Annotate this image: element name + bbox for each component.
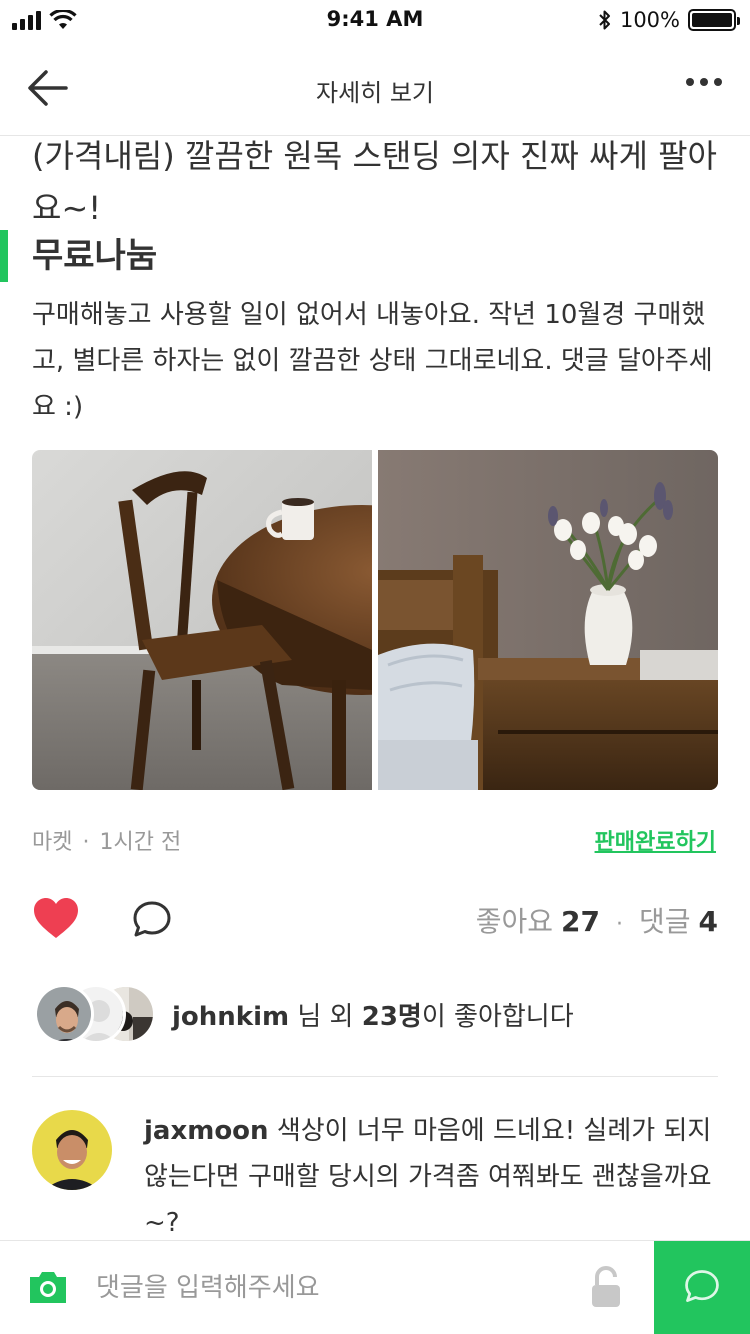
heart-icon[interactable] [32,896,80,940]
mark-sold-link[interactable]: 판매완료하기 [595,824,716,856]
like-count-label: 좋아요 [475,905,554,938]
post-time: 1시간 전 [99,830,182,855]
likers-others-count: 23명 [361,1001,422,1032]
send-comment-icon [685,1270,719,1302]
photo-chair-table[interactable] [32,450,372,790]
post-meta: 마켓 · 1시간 전 [32,824,181,856]
like-count: 27 [561,905,600,938]
comment-username[interactable]: jaxmoon [144,1116,269,1146]
status-right: 100% [598,8,740,32]
likers-summary: johnkim 님 외 23명이 좋아합니다 [172,996,574,1033]
photo-vase-nightstand[interactable] [378,450,718,790]
comment-body: jaxmoon 색상이 너무 마음에 드네요! 실례가 되지 않는다면 구매할 … [144,1108,718,1240]
counts-separator: · [615,912,623,937]
unlock-icon[interactable] [588,1265,624,1309]
battery-icon [688,9,740,31]
battery-percent: 100% [619,8,680,32]
post-content: (가격내림) 깔끔한 원목 스탠딩 의자 진짜 싸게 팔아요~! 무료나눔 구매… [0,136,750,1240]
meta-separator: · [82,830,90,855]
avatar[interactable] [32,1110,112,1190]
battery-level [692,13,732,27]
comment-input[interactable] [96,1263,566,1313]
nav-bar: 자세히 보기 [0,40,750,136]
price-accent-bar [0,230,8,282]
reaction-counts: 좋아요 27 · 댓글 4 [476,900,718,940]
likers-row[interactable]: johnkim 님 외 23명이 좋아합니다 [34,984,574,1044]
comment-composer [0,1240,750,1334]
more-dots-icon[interactable] [686,78,722,86]
post-price: 무료나눔 [32,236,158,276]
camera-icon[interactable] [26,1267,70,1307]
post-title: (가격내림) 깔끔한 원목 스탠딩 의자 진짜 싸게 팔아요~! [32,137,717,227]
post-description: 구매해놓고 사용할 일이 없어서 내놓아요. 작년 10월경 구매했고, 별다른… [32,300,713,422]
likers-mid-text: 님 외 [289,1001,362,1032]
send-button[interactable] [654,1241,750,1334]
likers-end-text: 이 좋아합니다 [421,1001,574,1032]
liker-username: johnkim [172,1001,290,1032]
section-divider [32,1076,718,1077]
comment-count-label: 댓글 [638,905,691,938]
avatar [34,984,94,1044]
photo-gallery [32,450,718,790]
comment-bubble-icon[interactable] [130,898,174,942]
comment-count: 4 [698,905,718,938]
bluetooth-icon [599,10,610,30]
page-title: 자세히 보기 [315,79,435,107]
liker-avatars [34,984,164,1044]
status-bar: 9:41 AM 100% [0,0,750,40]
post-category: 마켓 [32,830,73,855]
